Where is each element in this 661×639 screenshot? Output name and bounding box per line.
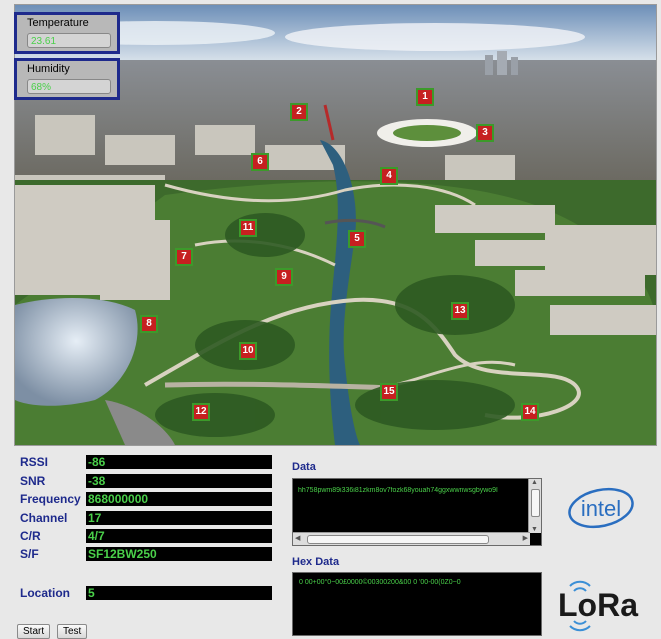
test-button[interactable]: Test	[57, 624, 88, 639]
location-label: Location	[20, 586, 70, 600]
humidity-widget: Humidity 68%	[14, 58, 120, 100]
map-marker-8[interactable]: 8	[140, 315, 158, 333]
temperature-widget: Temperature 23.61	[14, 12, 120, 54]
map-marker-4[interactable]: 4	[380, 167, 398, 185]
data-title: Data	[292, 461, 316, 473]
data-text: hh758pwm89i336i81zkm8ov7fozk68youah74ggx…	[298, 487, 498, 494]
cr-label: C/R	[20, 529, 41, 543]
location-value: 5	[86, 586, 272, 600]
frequency-label: Frequency	[20, 492, 81, 506]
map-marker-1[interactable]: 1	[416, 88, 434, 106]
map-marker-2[interactable]: 2	[290, 103, 308, 121]
rssi-label: RSSI	[20, 455, 49, 469]
scroll-right-icon[interactable]: ▶	[523, 534, 528, 542]
map-marker-6[interactable]: 6	[251, 153, 269, 171]
scroll-thumb[interactable]	[531, 489, 540, 517]
map-marker-10[interactable]: 10	[239, 342, 257, 360]
hex-data-box: 0 00+00°0~00£0000©00300200&00 0 '00-00(0…	[292, 572, 542, 636]
humidity-label: Humidity	[27, 63, 70, 75]
scroll-thumb[interactable]	[307, 535, 489, 544]
sf-label: S/F	[20, 547, 39, 561]
rssi-value: -86	[86, 455, 272, 469]
snr-value: -38	[86, 474, 272, 488]
temperature-value: 23.61	[27, 33, 111, 48]
map-marker-12[interactable]: 12	[192, 403, 210, 421]
intel-logo: intel	[568, 487, 634, 529]
scroll-left-icon[interactable]: ◀	[295, 534, 300, 542]
sf-value: SF12BW250	[86, 547, 272, 561]
channel-label: Channel	[20, 511, 68, 525]
map-marker-11[interactable]: 11	[239, 219, 257, 237]
start-button[interactable]: Start	[17, 624, 51, 639]
map-marker-5[interactable]: 5	[348, 230, 366, 248]
humidity-value: 68%	[27, 79, 111, 94]
map-marker-3[interactable]: 3	[476, 124, 494, 142]
data-textarea[interactable]: hh758pwm89i336i81zkm8ov7fozk68youah74ggx…	[292, 478, 542, 546]
map-marker-15[interactable]: 15	[380, 383, 398, 401]
intel-logo-text: intel	[581, 496, 621, 521]
map-marker-13[interactable]: 13	[451, 302, 469, 320]
scroll-down-icon[interactable]: ▼	[531, 526, 538, 533]
data-horizontal-scrollbar[interactable]: ◀ ▶	[293, 532, 530, 545]
cr-value: 4/7	[86, 529, 272, 543]
map-marker-7[interactable]: 7	[175, 248, 193, 266]
channel-value: 17	[86, 511, 272, 525]
hex-data-title: Hex Data	[292, 556, 340, 568]
map-marker-9[interactable]: 9	[275, 268, 293, 286]
lora-logo: LoRa	[558, 580, 638, 632]
data-vertical-scrollbar[interactable]: ▲ ▼	[528, 479, 541, 533]
hex-data-text: 0 00+00°0~00£0000©00300200&00 0 '00-00(0…	[299, 579, 461, 586]
temperature-label: Temperature	[27, 17, 89, 29]
snr-label: SNR	[20, 474, 46, 488]
lora-logo-text: LoRa	[558, 587, 638, 623]
frequency-value: 868000000	[86, 492, 272, 506]
map-marker-14[interactable]: 14	[521, 403, 539, 421]
scroll-up-icon[interactable]: ▲	[531, 479, 538, 486]
